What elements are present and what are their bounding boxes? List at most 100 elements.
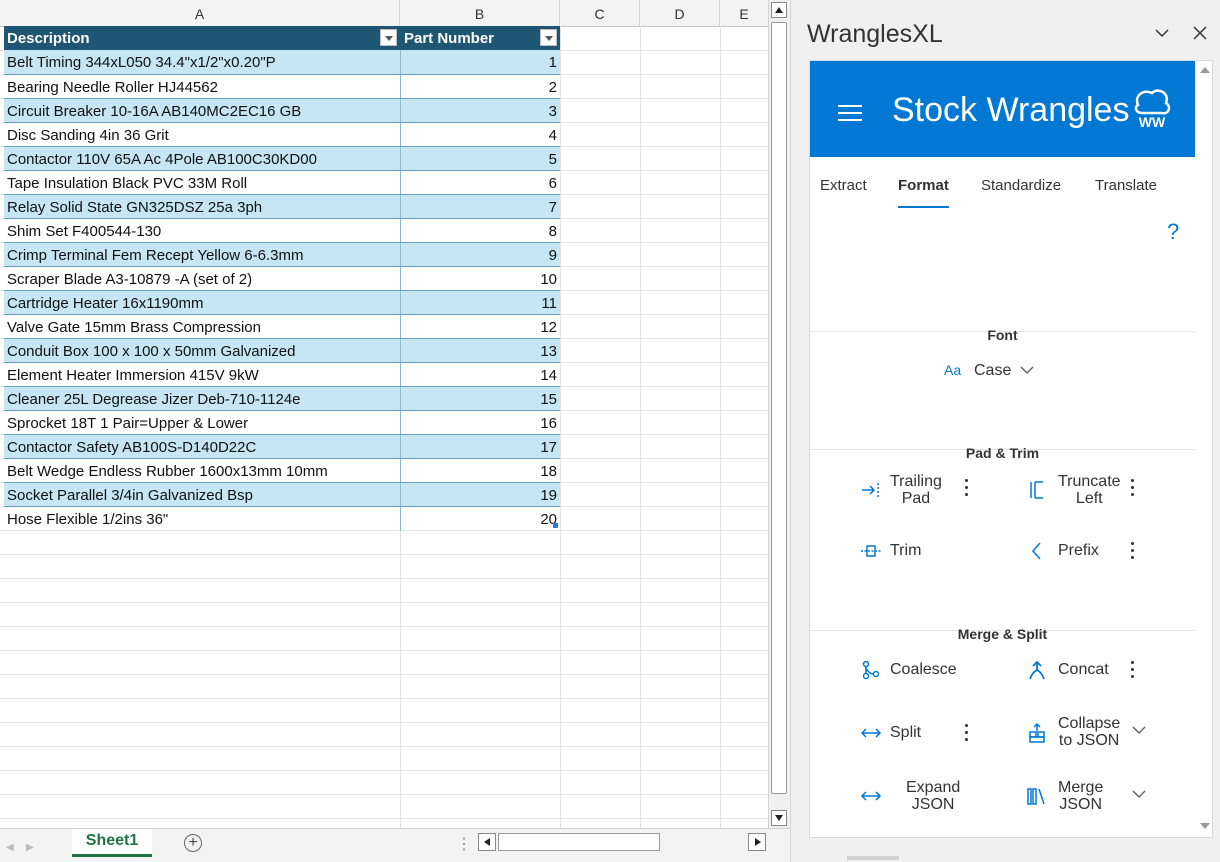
trim-button[interactable]: Trim	[860, 539, 980, 563]
expand-json-button[interactable]: Expand JSON	[860, 777, 980, 813]
pane-scroll-up-icon[interactable]	[1200, 67, 1210, 73]
more-options-icon[interactable]	[1131, 477, 1135, 499]
cell-part-number[interactable]: 3	[400, 99, 560, 123]
cell-description[interactable]: Contactor Safety AB100S-D140D22C	[7, 435, 397, 459]
cell-part-number[interactable]: 14	[400, 363, 560, 387]
scroll-right-button[interactable]	[748, 833, 766, 851]
hamburger-menu-icon[interactable]	[838, 105, 862, 121]
cell-part-number[interactable]: 16	[400, 411, 560, 435]
cell-description[interactable]: Disc Sanding 4in 36 Grit	[7, 123, 397, 147]
filter-dropdown-description[interactable]	[380, 29, 397, 46]
tab-extract[interactable]: Extract	[820, 177, 867, 206]
cell-description[interactable]: Shim Set F400544-130	[7, 219, 397, 243]
horizontal-scrollbar[interactable]	[478, 833, 768, 853]
chevron-down-icon[interactable]	[1155, 26, 1169, 40]
add-sheet-icon[interactable]: +	[184, 834, 202, 852]
chevron-down-icon[interactable]	[1132, 789, 1146, 799]
split-arrows-icon	[860, 728, 882, 738]
cell-description[interactable]: Contactor 110V 65A Ac 4Pole AB100C30KD00	[7, 147, 397, 171]
merge-json-button[interactable]: Merge JSON	[1026, 777, 1146, 813]
prev-sheet-icon[interactable]: ◀	[6, 842, 14, 853]
horizontal-scroll-thumb[interactable]	[498, 833, 660, 851]
column-header-c[interactable]: C	[560, 0, 640, 26]
cell-part-number[interactable]: 7	[400, 195, 560, 219]
table-resize-handle[interactable]	[553, 523, 558, 528]
cell-part-number[interactable]: 10	[400, 267, 560, 291]
cell-description[interactable]: Crimp Terminal Fem Recept Yellow 6-6.3mm	[7, 243, 397, 267]
cell-part-number[interactable]: 8	[400, 219, 560, 243]
column-header-a[interactable]: A	[0, 0, 400, 26]
cell-description[interactable]: Element Heater Immersion 415V 9kW	[7, 363, 397, 387]
cell-description[interactable]: Socket Parallel 3/4in Galvanized Bsp	[7, 483, 397, 507]
sheet-tab-sheet1[interactable]: Sheet1	[72, 829, 152, 857]
cell-description[interactable]: Relay Solid State GN325DSZ 25a 3ph	[7, 195, 397, 219]
chevron-down-icon[interactable]	[1132, 725, 1146, 735]
cell-part-number[interactable]: 18	[400, 459, 560, 483]
splitter-handle-icon[interactable]: ⋮	[456, 834, 472, 854]
cell-description[interactable]: Belt Wedge Endless Rubber 1600x13mm 10mm	[7, 459, 397, 483]
tab-translate[interactable]: Translate	[1095, 177, 1157, 206]
cell-description[interactable]: Bearing Needle Roller HJ44562	[7, 75, 397, 99]
filter-dropdown-part-number[interactable]	[540, 29, 557, 46]
tab-standardize[interactable]: Standardize	[981, 177, 1061, 206]
cell-part-number[interactable]: 9	[400, 243, 560, 267]
trailing-pad-button[interactable]: Trailing Pad	[860, 471, 980, 507]
cell-part-number[interactable]: 20	[400, 507, 560, 531]
cell-description[interactable]: Tape Insulation Black PVC 33M Roll	[7, 171, 397, 195]
column-header-d[interactable]: D	[640, 0, 720, 26]
tab-format[interactable]: Format	[898, 177, 949, 208]
cell-description[interactable]: Circuit Breaker 10-16A AB140MC2EC16 GB	[7, 99, 397, 123]
cell-part-number[interactable]: 17	[400, 435, 560, 459]
more-options-icon[interactable]	[1131, 540, 1135, 562]
scroll-up-button[interactable]	[771, 2, 787, 18]
cell-description[interactable]: Cleaner 25L Degrease Jizer Deb-710-1124e	[7, 387, 397, 411]
logo-text: WW	[1139, 114, 1166, 130]
truncate-left-label-line2: Left	[1075, 490, 1103, 507]
cell-part-number[interactable]: 6	[400, 171, 560, 195]
concat-button[interactable]: Concat	[1026, 658, 1146, 682]
cell-description[interactable]: Cartridge Heater 16x1190mm	[7, 291, 397, 315]
cell-part-number[interactable]: 13	[400, 339, 560, 363]
pane-resize-grip[interactable]	[847, 856, 899, 860]
help-icon[interactable]: ?	[1167, 219, 1179, 245]
column-header-e[interactable]: E	[720, 0, 768, 26]
table-row: Tape Insulation Black PVC 33M Roll 6	[4, 170, 560, 195]
column-header-b[interactable]: B	[400, 0, 560, 26]
cell-description[interactable]: Belt Timing 344xL050 34.4"x1/2"x0.20"P	[7, 50, 397, 74]
vertical-scrollbar[interactable]	[768, 0, 790, 828]
cell-part-number[interactable]: 5	[400, 147, 560, 171]
cell-part-number[interactable]: 15	[400, 387, 560, 411]
cell-part-number[interactable]: 2	[400, 75, 560, 99]
header-description[interactable]: Description	[7, 26, 397, 50]
coalesce-label: Coalesce	[890, 661, 957, 678]
pane-scrollbar[interactable]	[1196, 61, 1212, 837]
cell-description[interactable]: Sprocket 18T 1 Pair=Upper & Lower	[7, 411, 397, 435]
more-options-icon[interactable]	[1131, 659, 1135, 681]
vertical-scroll-thumb[interactable]	[771, 22, 787, 794]
split-button[interactable]: Split	[860, 721, 980, 745]
cell-part-number[interactable]: 11	[400, 291, 560, 315]
coalesce-button[interactable]: Coalesce	[860, 658, 980, 682]
pane-scroll-down-icon[interactable]	[1200, 823, 1210, 829]
cell-description[interactable]: Hose Flexible 1/2ins 36"	[7, 507, 397, 531]
case-button[interactable]: Aa Case	[944, 361, 1044, 383]
truncate-left-button[interactable]: Truncate Left	[1026, 471, 1146, 507]
scroll-left-button[interactable]	[478, 833, 496, 851]
cell-part-number[interactable]: 1	[400, 50, 560, 74]
cell-part-number[interactable]: 12	[400, 315, 560, 339]
scroll-down-button[interactable]	[771, 810, 787, 826]
cell-part-number[interactable]: 19	[400, 483, 560, 507]
cell-part-number[interactable]: 4	[400, 123, 560, 147]
more-options-icon[interactable]	[965, 477, 969, 499]
cell-description[interactable]: Scraper Blade A3-10879 -A (set of 2)	[7, 267, 397, 291]
header-part-number[interactable]: Part Number	[400, 26, 560, 50]
cell-description[interactable]: Valve Gate 15mm Brass Compression	[7, 315, 397, 339]
close-icon[interactable]	[1193, 26, 1207, 40]
table-row: Bearing Needle Roller HJ44562 2	[4, 74, 560, 99]
table-row: Cleaner 25L Degrease Jizer Deb-710-1124e…	[4, 386, 560, 411]
prefix-button[interactable]: Prefix	[1026, 539, 1146, 563]
collapse-to-json-button[interactable]: Collapse to JSON	[1026, 713, 1146, 749]
more-options-icon[interactable]	[965, 722, 969, 744]
cell-description[interactable]: Conduit Box 100 x 100 x 50mm Galvanized	[7, 339, 397, 363]
next-sheet-icon[interactable]: ▶	[26, 842, 34, 853]
